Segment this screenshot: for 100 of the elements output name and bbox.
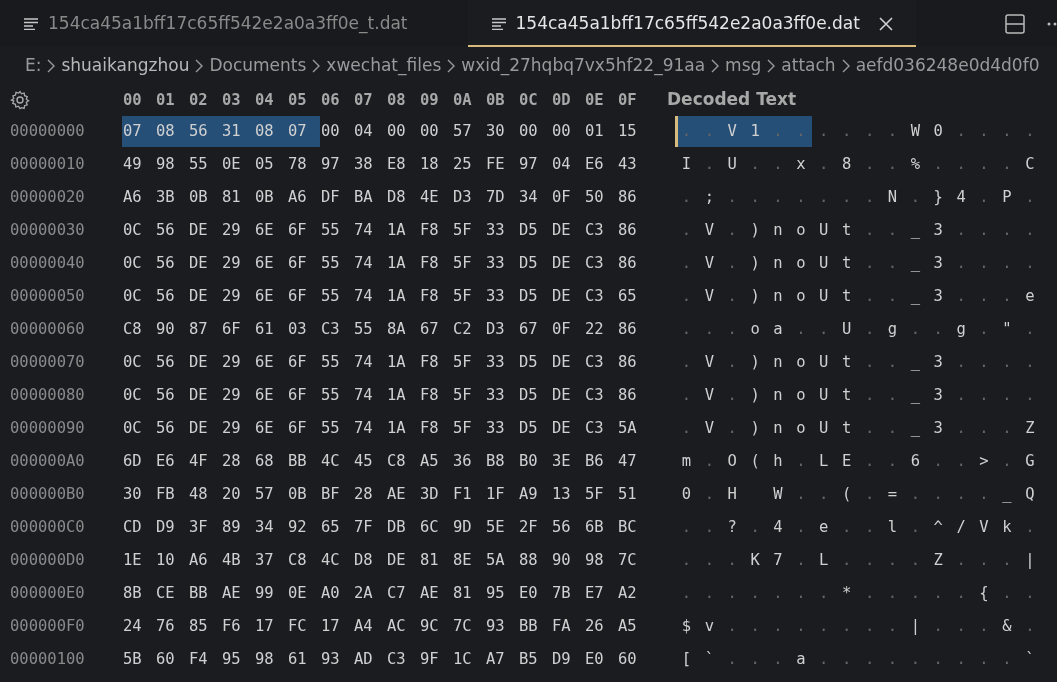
hex-byte[interactable]: BB bbox=[287, 446, 320, 477]
decoded-char[interactable]: 3 bbox=[926, 248, 950, 279]
decoded-char[interactable]: V bbox=[972, 512, 996, 543]
hex-byte[interactable]: 00 bbox=[320, 116, 353, 147]
decoded-char[interactable]: U bbox=[812, 248, 836, 279]
hex-byte[interactable]: 1A bbox=[386, 248, 419, 279]
hex-byte[interactable]: 34 bbox=[254, 512, 287, 543]
hex-byte[interactable]: 3F bbox=[188, 512, 221, 543]
decoded-char[interactable]: ^ bbox=[926, 512, 950, 543]
hex-byte[interactable]: 67 bbox=[518, 314, 551, 345]
hex-byte[interactable]: DF bbox=[320, 182, 353, 213]
hex-byte[interactable]: D9 bbox=[551, 644, 584, 675]
hex-byte[interactable]: AE bbox=[221, 578, 254, 609]
decoded-char[interactable]: a bbox=[789, 644, 813, 675]
hex-byte[interactable]: 60 bbox=[617, 644, 650, 675]
hex-byte[interactable]: 33 bbox=[485, 380, 518, 411]
hex-byte[interactable]: DE bbox=[551, 248, 584, 279]
decoded-char[interactable]: m bbox=[675, 446, 698, 477]
hex-byte[interactable]: 0C bbox=[122, 215, 155, 246]
hex-byte[interactable]: 29 bbox=[221, 248, 254, 279]
hex-byte[interactable]: FB bbox=[155, 479, 188, 510]
hex-byte[interactable]: F1 bbox=[452, 479, 485, 510]
hex-byte[interactable]: 74 bbox=[353, 248, 386, 279]
hex-byte[interactable]: 81 bbox=[452, 578, 485, 609]
hex-byte[interactable]: 85 bbox=[188, 611, 221, 642]
hex-byte[interactable]: 18 bbox=[419, 149, 452, 180]
hex-byte[interactable]: 4C bbox=[320, 446, 353, 477]
hex-byte[interactable]: DE bbox=[551, 380, 584, 411]
decoded-char[interactable]: v bbox=[697, 611, 721, 642]
hex-byte[interactable]: 28 bbox=[353, 479, 386, 510]
decoded-char[interactable]: 3 bbox=[926, 281, 950, 312]
hex-byte[interactable]: 1E bbox=[122, 545, 155, 576]
hex-byte[interactable]: A7 bbox=[485, 644, 518, 675]
decoded-char[interactable]: ) bbox=[743, 413, 767, 444]
hex-byte[interactable]: 86 bbox=[617, 248, 650, 279]
decoded-char[interactable]: Z bbox=[1018, 413, 1042, 444]
hex-byte[interactable]: 04 bbox=[353, 116, 386, 147]
hex-byte[interactable]: C3 bbox=[584, 380, 617, 411]
decoded-char[interactable]: n bbox=[766, 413, 790, 444]
hex-byte[interactable]: 00 bbox=[518, 116, 551, 147]
hex-byte[interactable]: 29 bbox=[221, 281, 254, 312]
hex-byte[interactable]: 08 bbox=[155, 116, 188, 147]
decoded-char[interactable]: l bbox=[881, 512, 904, 543]
hex-byte[interactable]: F8 bbox=[419, 215, 452, 246]
hex-byte[interactable]: 5F bbox=[452, 380, 485, 411]
decoded-char[interactable]: ` bbox=[697, 644, 721, 675]
hex-byte[interactable]: 07 bbox=[122, 116, 155, 147]
breadcrumb-item[interactable]: shuaikangzhou bbox=[61, 53, 190, 79]
hex-byte[interactable]: 30 bbox=[485, 116, 518, 147]
hex-byte[interactable]: A6 bbox=[287, 182, 320, 213]
editor-tab[interactable]: 154ca45a1bff17c65ff542e2a0a3ff0e_t.dat bbox=[0, 0, 430, 47]
decoded-char[interactable]: t bbox=[835, 413, 859, 444]
breadcrumb-item[interactable]: E: bbox=[25, 53, 42, 79]
hex-byte[interactable]: 9C bbox=[419, 611, 452, 642]
decoded-char[interactable]: ; bbox=[697, 182, 721, 213]
hex-byte[interactable]: 93 bbox=[485, 611, 518, 642]
hex-byte[interactable]: 25 bbox=[452, 149, 485, 180]
hex-byte[interactable]: 30 bbox=[122, 479, 155, 510]
hex-byte[interactable]: 20 bbox=[221, 479, 254, 510]
hex-byte[interactable]: 15 bbox=[617, 116, 650, 147]
hex-byte[interactable]: 5E bbox=[485, 512, 518, 543]
decoded-char[interactable]: 6 bbox=[903, 446, 927, 477]
hex-byte[interactable]: 4F bbox=[188, 446, 221, 477]
hex-byte[interactable]: 55 bbox=[320, 248, 353, 279]
hex-byte[interactable]: 60 bbox=[155, 644, 188, 675]
hex-byte[interactable]: 05 bbox=[254, 149, 287, 180]
decoded-char[interactable]: 3 bbox=[926, 347, 950, 378]
hex-byte[interactable]: 0C bbox=[122, 347, 155, 378]
hex-byte[interactable]: 26 bbox=[584, 611, 617, 642]
decoded-char[interactable]: o bbox=[789, 380, 813, 411]
hex-byte[interactable]: 56 bbox=[155, 281, 188, 312]
decoded-char[interactable]: 3 bbox=[926, 380, 950, 411]
decoded-char[interactable]: t bbox=[835, 281, 859, 312]
hex-byte[interactable]: 6E bbox=[254, 215, 287, 246]
hex-byte[interactable]: 29 bbox=[221, 347, 254, 378]
hex-byte[interactable]: 56 bbox=[155, 413, 188, 444]
hex-byte[interactable]: 48 bbox=[188, 479, 221, 510]
hex-byte[interactable]: F4 bbox=[188, 644, 221, 675]
hex-byte[interactable]: 0C bbox=[122, 281, 155, 312]
breadcrumb-item[interactable]: attach bbox=[781, 53, 836, 79]
hex-byte[interactable]: 55 bbox=[320, 380, 353, 411]
hex-byte[interactable]: DB bbox=[386, 512, 419, 543]
hex-byte[interactable]: 8E bbox=[452, 545, 485, 576]
hex-byte[interactable]: 1A bbox=[386, 380, 419, 411]
decoded-char[interactable]: _ bbox=[995, 479, 1019, 510]
hex-byte[interactable]: 4E bbox=[419, 182, 452, 213]
hex-byte[interactable]: B8 bbox=[485, 446, 518, 477]
decoded-char[interactable]: V bbox=[697, 281, 721, 312]
hex-byte[interactable]: D5 bbox=[518, 248, 551, 279]
hex-byte[interactable]: 1A bbox=[386, 281, 419, 312]
hex-byte[interactable]: 6F bbox=[287, 248, 320, 279]
hex-byte[interactable]: 89 bbox=[221, 512, 254, 543]
decoded-char[interactable]: V bbox=[697, 248, 721, 279]
decoded-char[interactable]: 7 bbox=[766, 545, 790, 576]
hex-byte[interactable]: FC bbox=[287, 611, 320, 642]
decoded-char[interactable]: / bbox=[949, 512, 973, 543]
hex-byte[interactable]: 74 bbox=[353, 215, 386, 246]
breadcrumb-item[interactable]: aefd036248e0d4d0f0 bbox=[855, 53, 1040, 79]
hex-byte[interactable]: 5F bbox=[452, 347, 485, 378]
hex-byte[interactable]: 6F bbox=[287, 347, 320, 378]
